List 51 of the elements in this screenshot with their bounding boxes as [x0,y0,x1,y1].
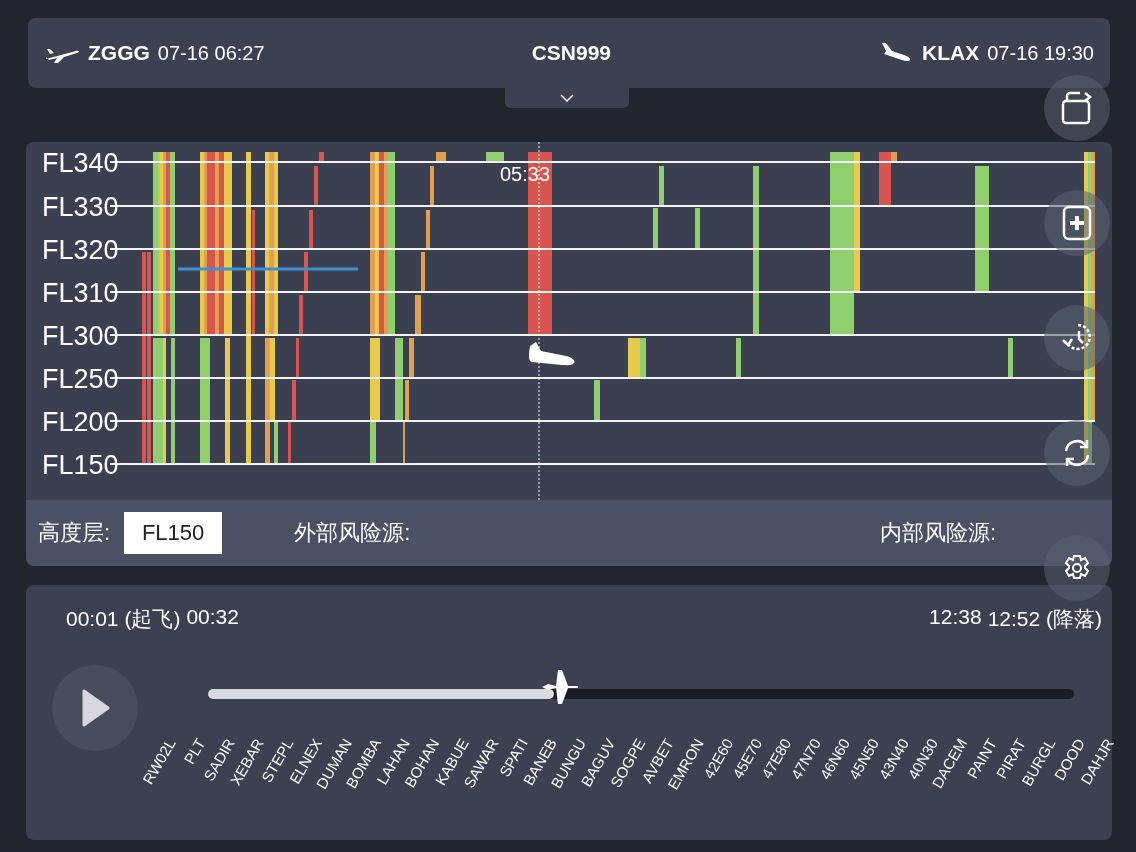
risk-bar [653,208,658,250]
risk-bar [736,338,741,378]
rotate-screen-icon [1061,91,1093,125]
risk-bar [314,166,318,205]
risk-bar [304,252,308,292]
risk-bar [421,252,425,292]
risk-bar [1008,338,1013,378]
risk-bar [415,295,421,335]
flight-number: CSN999 [531,41,612,65]
risk-bar [409,338,414,378]
arrival-time: 07-16 19:30 [987,41,1094,65]
risk-bar [594,380,600,420]
external-risk-label: 外部风险源: [294,519,411,547]
landing-time: 12:52 (降落) [987,606,1102,632]
flight-level-label: FL150 [42,450,119,480]
risk-bar [296,338,299,378]
flight-level-label: FL310 [42,278,119,308]
risk-bar [299,295,303,335]
departure-code: ZGGG [88,41,150,65]
altitude-label: 高度层: [38,519,111,547]
end-time: 12:38 [929,605,982,630]
risk-bar [309,210,313,250]
risk-bar [292,380,296,420]
flight-level-label: FL330 [42,192,119,222]
risk-bar [430,166,434,205]
current-time: 00:32 [186,605,239,630]
flight-level-label: FL200 [42,407,119,437]
progress-track[interactable] [208,689,1074,699]
risk-bar [659,166,664,205]
risk-bar [426,210,430,250]
flight-level-label: FL250 [42,364,119,394]
internal-risk-label: 内部风险源: [879,519,996,547]
risk-bar [695,208,700,250]
settings-icon [1063,554,1091,582]
flight-level-label: FL320 [42,235,119,265]
risk-bar [319,152,324,162]
flight-level-label: FL300 [42,321,119,351]
risk-bar [288,422,291,465]
plane-icon [528,342,575,366]
chevron-down-icon [560,94,574,102]
start-time: 00:01 (起飞) [66,606,181,632]
arrival-code: KLAX [922,41,980,65]
plane-slider-handle[interactable] [540,667,581,707]
play-icon [80,688,110,728]
refresh-icon [1062,437,1092,469]
plus-square-icon [1062,205,1092,241]
departure-time: 07-16 06:27 [157,41,265,65]
altitude-field[interactable]: FL150 [124,512,223,554]
flight-level-label: FL340 [42,148,119,178]
risk-bar [436,152,446,162]
risk-bar [486,152,504,162]
